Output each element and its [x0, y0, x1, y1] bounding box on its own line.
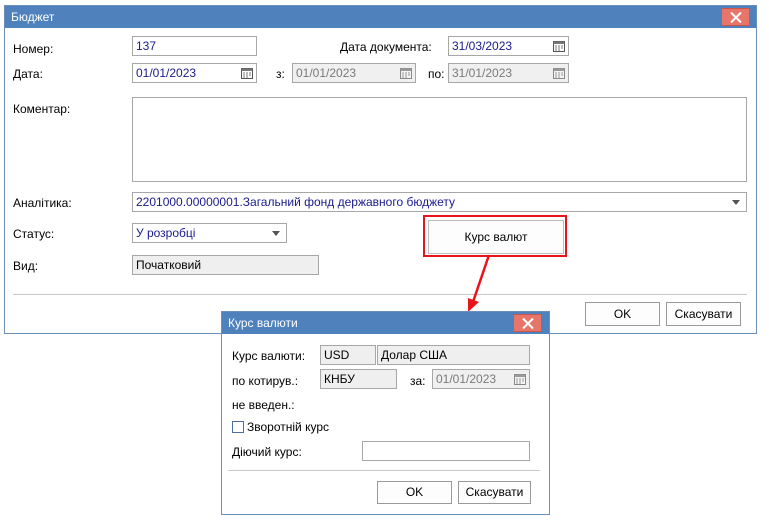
budget-window-titlebar: Бюджет	[5, 6, 756, 28]
dialog-close-button[interactable]	[513, 314, 542, 332]
chevron-down-icon[interactable]	[732, 200, 740, 205]
cancel-button[interactable]: Скасувати	[666, 302, 741, 326]
on-date-field[interactable]: 01/01/2023	[432, 369, 530, 389]
currency-label: Курс валюти:	[232, 349, 306, 363]
dialog-divider	[228, 470, 540, 471]
current-rate-field[interactable]	[362, 441, 530, 461]
reverse-rate-label[interactable]: Зворотній курс	[247, 419, 329, 435]
quoted-field[interactable]: КНБУ	[320, 369, 397, 389]
analytics-value: 2201000.00000001.Загальний фонд державно…	[136, 195, 456, 209]
currency-name-field: Долар США	[377, 345, 530, 365]
dialog-ok-button[interactable]: OK	[377, 481, 452, 504]
kind-field: Початковий	[132, 255, 319, 275]
close-button[interactable]	[721, 8, 750, 26]
chevron-down-icon[interactable]	[272, 231, 280, 236]
status-label: Статус:	[13, 227, 55, 241]
calendar-icon[interactable]	[514, 373, 526, 385]
close-icon	[522, 318, 534, 329]
close-icon	[730, 12, 742, 23]
budget-window: Бюджет Номер: 137 Дата документа: 31/03/…	[4, 5, 757, 334]
to-label: по:	[428, 67, 445, 81]
currency-code-field[interactable]: USD	[320, 345, 376, 365]
doc-date-label: Дата документа:	[340, 40, 432, 54]
quoted-label: по котирув.:	[232, 374, 299, 388]
dialog-title: Курс валюти	[228, 316, 298, 330]
dialog-cancel-button[interactable]: Скасувати	[458, 481, 531, 504]
current-rate-label: Діючий курс:	[232, 445, 302, 459]
from-date-value: 01/01/2023	[296, 66, 357, 80]
analytics-select[interactable]: 2201000.00000001.Загальний фонд державно…	[132, 192, 747, 212]
reverse-rate-checkbox[interactable]	[232, 421, 244, 433]
currency-dialog-titlebar: Курс валюти	[222, 312, 549, 334]
not-entered-label: не введен.:	[232, 398, 295, 412]
doc-date-field[interactable]: 31/03/2023	[448, 36, 569, 56]
calendar-icon[interactable]	[553, 67, 565, 79]
currency-rate-dialog: Курс валюти Курс валюти: USD Долар США п…	[221, 311, 550, 515]
from-date-field[interactable]: 01/01/2023	[292, 63, 416, 83]
status-select[interactable]: У розробці	[132, 223, 287, 243]
highlight-box	[423, 215, 567, 257]
date-field[interactable]: 01/01/2023	[132, 63, 257, 83]
from-label: з:	[276, 67, 285, 81]
status-value: У розробці	[136, 226, 196, 240]
analytics-label: Аналітика:	[13, 196, 72, 210]
window-title: Бюджет	[11, 10, 55, 24]
comment-label: Коментар:	[13, 102, 71, 116]
number-label: Номер:	[13, 42, 54, 56]
date-value: 01/01/2023	[136, 66, 197, 80]
on-date-value: 01/01/2023	[436, 372, 497, 386]
ok-button[interactable]: OK	[585, 302, 660, 326]
calendar-icon[interactable]	[241, 67, 253, 79]
arrow-icon	[468, 254, 491, 312]
divider	[13, 294, 747, 295]
comment-textarea[interactable]	[132, 97, 747, 182]
calendar-icon[interactable]	[400, 67, 412, 79]
date-label: Дата:	[13, 67, 43, 81]
kind-label: Вид:	[13, 259, 39, 273]
on-date-label: за:	[410, 374, 426, 388]
calendar-icon[interactable]	[553, 40, 565, 52]
doc-date-value: 31/03/2023	[452, 39, 513, 53]
to-date-value: 31/01/2023	[452, 66, 513, 80]
number-field[interactable]: 137	[132, 36, 257, 56]
to-date-field[interactable]: 31/01/2023	[448, 63, 569, 83]
